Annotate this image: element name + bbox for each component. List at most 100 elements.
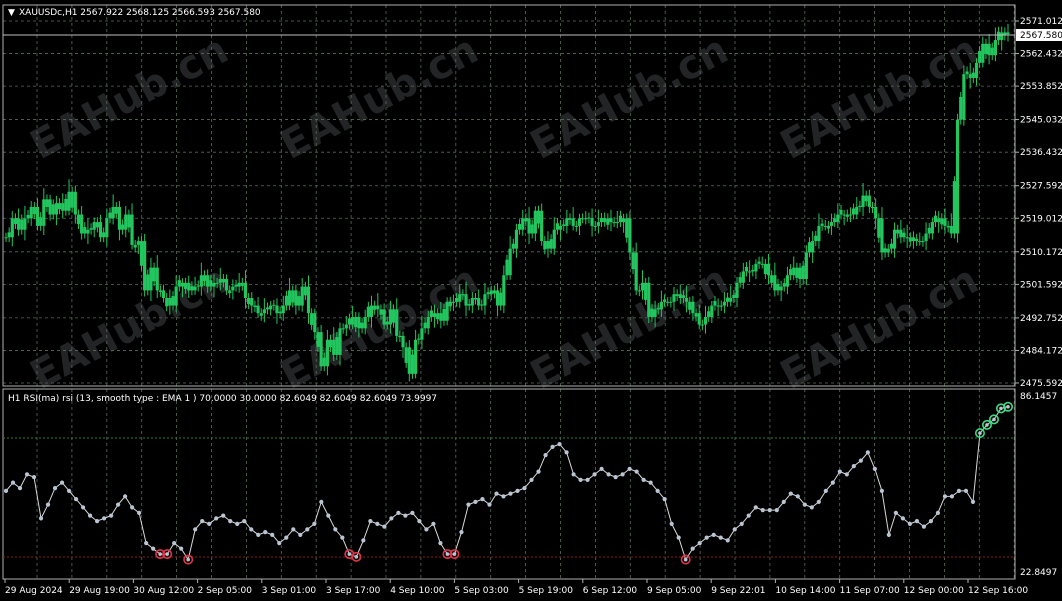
rsi-point [431, 521, 436, 526]
rsi-point [249, 527, 254, 532]
price-axis[interactable]: 2571.012 2562.432 2553.852 2545.032 2536.432… [1015, 17, 1062, 389]
candle [996, 26, 1001, 45]
rsi-point [956, 488, 962, 493]
candle [64, 194, 68, 216]
candle [918, 232, 922, 246]
candle [905, 224, 909, 248]
candle [272, 299, 276, 311]
rsi-point [221, 513, 226, 518]
rsi-point [788, 491, 793, 496]
candle [95, 217, 99, 233]
rsi-point [389, 516, 394, 521]
candle [17, 208, 21, 236]
candle [599, 213, 604, 228]
rsi-point [193, 527, 198, 532]
candle [275, 298, 279, 324]
candle [130, 203, 134, 250]
candle [234, 279, 238, 292]
rsi-point [746, 513, 751, 518]
candle [990, 42, 994, 61]
price-tick-label: 2475.592 [1020, 379, 1062, 389]
price-tick-label: 2536.432 [1020, 148, 1062, 158]
rsi-point [52, 486, 58, 491]
rsi-point [914, 519, 920, 524]
candle [811, 231, 815, 264]
rsi-point [242, 519, 247, 524]
candle [814, 230, 818, 247]
rsi-point [235, 521, 240, 526]
rsi-point [753, 505, 758, 510]
rsi-point [396, 510, 401, 515]
watermark-text: EAHub.cn [523, 27, 736, 169]
rsi-point [1006, 404, 1010, 409]
time-tick-label: 9 Sep 05:00 [647, 586, 702, 596]
rsi-point [347, 552, 352, 556]
rsi-point [340, 535, 345, 540]
candle [533, 206, 537, 242]
candle [984, 38, 988, 59]
rsi-point [711, 532, 716, 537]
candle [587, 212, 591, 224]
candle [143, 233, 147, 297]
candle [795, 262, 799, 283]
rsi-point [319, 499, 324, 504]
candle [842, 209, 846, 226]
chart-window[interactable]: EAHub.cn EAHub.cn EAHub.cn EAHub.cn EAHub.cn… [0, 0, 1062, 601]
candle [754, 259, 758, 280]
time-axis[interactable]: 29 Aug 2024 29 Aug 19:00 30 Aug 12:00 2 Sep… [4, 579, 1028, 596]
candle [609, 209, 613, 232]
candle [738, 272, 742, 288]
rsi-point [186, 557, 190, 562]
rsi-point [592, 472, 597, 477]
rsi-point [606, 472, 611, 477]
dropdown-arrow-icon[interactable]: ▼ [8, 8, 15, 18]
rsi-point [648, 480, 653, 485]
candle [562, 219, 566, 231]
candle [486, 287, 490, 300]
rsi-series [3, 401, 1013, 565]
candle [262, 298, 266, 323]
candle [915, 233, 919, 247]
candle [748, 260, 752, 283]
candle [874, 198, 878, 229]
rsi-point [375, 521, 380, 526]
candle [26, 209, 30, 224]
candle [102, 227, 106, 243]
candle [807, 237, 812, 258]
rsi-point [59, 480, 65, 485]
candle [98, 214, 103, 242]
price-tick-label: 2484.172 [1020, 346, 1062, 356]
candle [297, 291, 301, 311]
indicator-title: H1 RSI(ma) rsi (13, smooth type : EMA 1 … [8, 394, 437, 404]
rsi-point [66, 488, 72, 493]
candle [86, 218, 90, 245]
rsi-point [354, 555, 359, 559]
rsi-point [886, 532, 891, 537]
rsi-point [73, 497, 79, 502]
price-tick-label: 2519.012 [1020, 214, 1062, 224]
rsi-point [326, 513, 331, 518]
price-tick-label: 2501.592 [1020, 280, 1062, 290]
candle [751, 264, 755, 277]
candle [861, 183, 865, 217]
rsi-point [31, 475, 37, 480]
rsi-point [277, 540, 282, 546]
candle [634, 242, 638, 295]
candle [310, 308, 314, 330]
candle [952, 176, 957, 239]
candle [518, 219, 522, 235]
price-tick-label: 2571.012 [1020, 17, 1062, 27]
rsi-point [298, 532, 303, 537]
rsi-point [739, 521, 744, 526]
rsi-point [823, 488, 828, 493]
current-price-label: 2567.580 [1020, 31, 1062, 41]
candle [120, 219, 125, 235]
candle [571, 207, 575, 231]
rsi-point [116, 502, 121, 507]
candle [637, 285, 641, 297]
watermark-text: EAHub.cn [523, 257, 736, 399]
candle [536, 205, 541, 229]
candle [886, 244, 890, 258]
candle [521, 209, 525, 236]
candle [817, 213, 821, 249]
